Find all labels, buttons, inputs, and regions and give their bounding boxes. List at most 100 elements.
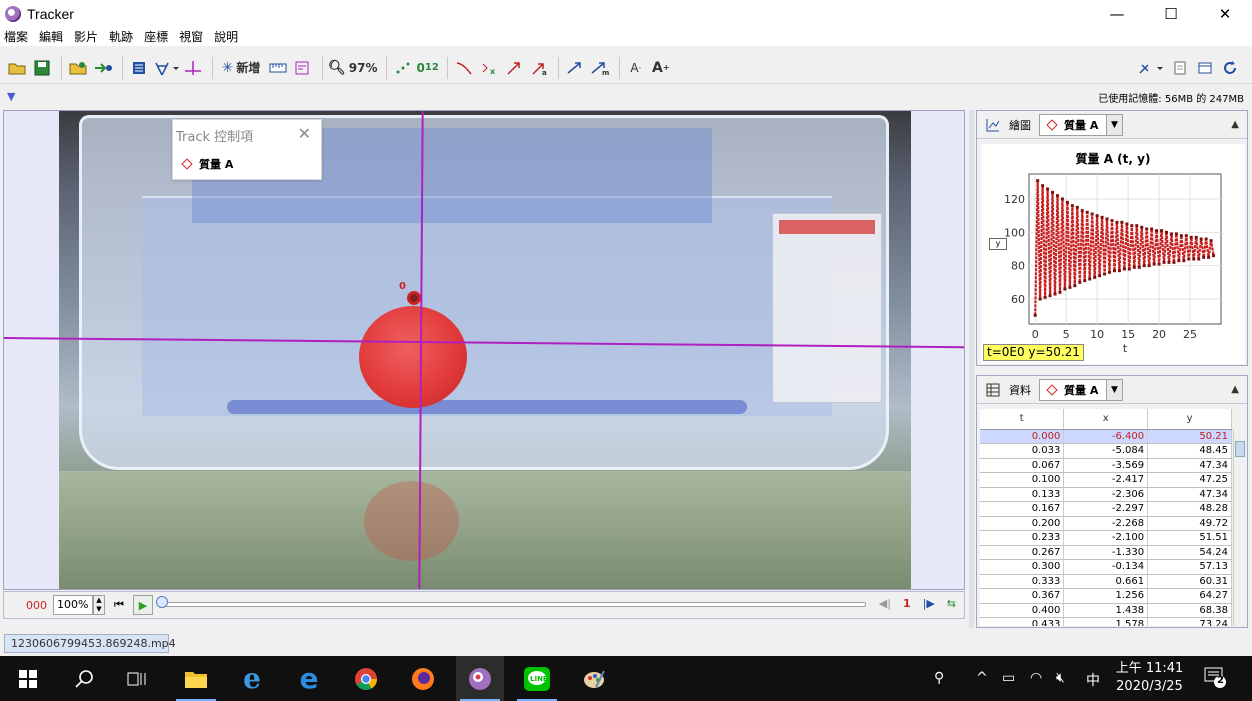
import-icon[interactable] — [92, 56, 114, 80]
menu-help[interactable]: 說明 — [214, 28, 238, 45]
windows-start-icon[interactable] — [4, 656, 52, 701]
close-icon[interactable]: ✕ — [298, 124, 311, 143]
mass-vector-icon[interactable]: m — [589, 56, 611, 80]
table-row[interactable]: 0.300 -0.134 57.13 — [980, 559, 1232, 575]
y-axis-variable-button[interactable]: y — [989, 238, 1007, 250]
video-zoom-field[interactable]: 100% — [53, 595, 93, 615]
menu-video[interactable]: 影片 — [74, 28, 98, 45]
table-row[interactable]: 0.067 -3.569 47.34 — [980, 458, 1232, 473]
maximize-button[interactable]: ☐ — [1144, 0, 1198, 27]
menu-coords[interactable]: 座標 — [144, 28, 168, 45]
firefox-icon[interactable] — [399, 656, 447, 701]
labels-icon[interactable]: 0 12 — [417, 56, 439, 80]
search-icon[interactable] — [60, 656, 108, 701]
paint-icon[interactable] — [570, 656, 618, 701]
autotracker-icon[interactable] — [1136, 56, 1166, 80]
axes-icon[interactable] — [182, 56, 204, 80]
plot-area[interactable]: 質量 A (t, y) 0 5 10 15 20 25 60 80 100 120 t y t=0E… — [981, 144, 1245, 364]
acceleration-icon[interactable]: a — [528, 56, 550, 80]
playback-slider-thumb[interactable] — [156, 596, 168, 608]
step-back-icon[interactable]: ◀| — [879, 597, 891, 610]
playback-slider[interactable] — [160, 602, 866, 607]
track-menu-icon[interactable] — [292, 56, 314, 80]
tray-expand-icon[interactable]: ^ — [976, 670, 988, 686]
path-icon[interactable] — [453, 56, 475, 80]
trails-icon[interactable] — [392, 56, 414, 80]
battery-icon[interactable]: ▭ — [1002, 670, 1015, 686]
font-smaller-icon[interactable]: A- — [625, 56, 647, 80]
file-explorer-icon[interactable] — [172, 656, 220, 701]
system-clock[interactable]: 上午 11:41 2020/3/25 — [1112, 660, 1187, 696]
table-row[interactable]: 0.233 -2.100 51.51 — [980, 530, 1232, 546]
velocity-icon[interactable] — [503, 56, 525, 80]
table-row[interactable]: 0.267 -1.330 54.24 — [980, 545, 1232, 560]
video-frame[interactable]: 0 — [59, 111, 911, 589]
close-button[interactable]: ✕ — [1198, 0, 1252, 27]
play-icon[interactable]: ▶ — [133, 595, 153, 615]
x-vector-icon[interactable] — [564, 56, 586, 80]
table-scrollbar-thumb[interactable] — [1235, 441, 1245, 457]
chrome-icon[interactable] — [342, 656, 390, 701]
refresh-icon[interactable] — [1219, 56, 1241, 80]
chart[interactable]: 0 5 10 15 20 25 60 80 100 120 t — [981, 144, 1245, 364]
menu-edit[interactable]: 編輯 — [39, 28, 63, 45]
open-folder-icon[interactable] — [6, 56, 28, 80]
table-row[interactable]: 0.000 -6.400 50.21 — [980, 429, 1232, 444]
menu-file[interactable]: 檔案 — [4, 28, 28, 45]
column-header-y[interactable]: y — [1147, 409, 1232, 430]
collapse-up-icon[interactable]: ▲ — [1231, 119, 1239, 130]
table-row[interactable]: 0.100 -2.417 47.25 — [980, 472, 1232, 488]
line-app-icon[interactable]: LINE — [513, 656, 561, 701]
volume-muted-icon[interactable]: 🔇︎ — [1056, 670, 1065, 686]
edge-icon[interactable]: e — [285, 656, 333, 701]
collapse-up-icon[interactable]: ▲ — [1231, 384, 1239, 395]
wifi-icon[interactable]: ◠ — [1030, 670, 1042, 686]
minimize-button[interactable]: — — [1090, 0, 1144, 27]
people-icon[interactable]: ⚲ — [934, 670, 944, 686]
tape-measure-icon[interactable] — [267, 56, 289, 80]
data-table[interactable]: t x y 0.000 -6.400 50.21 0.033 -5.084 48.45 0.… — [980, 409, 1232, 626]
zoom-spinner[interactable]: ▲ ▼ — [93, 595, 105, 615]
zoom-button[interactable]: 🔍︎ 97% — [328, 56, 378, 80]
table-row[interactable]: 0.167 -2.297 48.28 — [980, 501, 1232, 517]
ime-indicator[interactable]: 中 — [1086, 670, 1100, 690]
notification-center-icon[interactable]: 2 — [1204, 666, 1226, 692]
font-larger-icon[interactable]: A + — [650, 56, 672, 80]
step-size[interactable]: 1 — [903, 597, 911, 610]
point-mass-marker[interactable] — [407, 291, 421, 305]
table-scrollbar[interactable] — [1233, 429, 1245, 626]
rewind-icon[interactable]: ⏮︎ — [109, 595, 129, 615]
new-track-button[interactable]: ✳ 新增 — [218, 56, 264, 80]
column-header-x[interactable]: x — [1063, 409, 1149, 430]
plot-track-select[interactable]: 質量 A ▼ — [1039, 113, 1123, 136]
task-view-icon[interactable] — [113, 656, 161, 701]
position-icon[interactable]: x — [478, 56, 500, 80]
table-row[interactable]: 0.133 -2.306 47.34 — [980, 487, 1232, 502]
expand-triangle-icon[interactable]: ▼ — [7, 90, 15, 103]
chevron-down-icon[interactable]: ▼ — [1106, 114, 1122, 135]
track-control-item[interactable]: 質量 A — [181, 156, 233, 172]
table-row[interactable]: 0.400 1.438 68.38 — [980, 603, 1232, 618]
file-tab[interactable]: 1230606799453.869248.mp4 — [4, 634, 176, 653]
data-track-select[interactable]: 質量 A ▼ — [1039, 378, 1123, 401]
internet-explorer-icon[interactable]: e — [228, 656, 276, 701]
video-pane[interactable]: 0 Track 控制項 ✕ 質量 A — [3, 110, 965, 590]
table-row[interactable]: 0.433 1.578 73.24 — [980, 617, 1232, 626]
menu-tracks[interactable]: 軌跡 — [109, 28, 133, 45]
split-divider[interactable] — [969, 110, 974, 628]
chevron-down-icon[interactable]: ▼ — [1106, 379, 1122, 400]
step-forward-icon[interactable]: |▶ — [923, 597, 935, 610]
loop-icon[interactable]: ⇆ — [947, 597, 956, 610]
clip-settings-icon[interactable] — [128, 56, 150, 80]
save-icon[interactable] — [31, 56, 53, 80]
table-row[interactable]: 0.200 -2.268 49.72 — [980, 516, 1232, 531]
notes-icon[interactable] — [1169, 56, 1191, 80]
properties-icon[interactable] — [1194, 56, 1216, 80]
menu-window[interactable]: 視窗 — [179, 28, 203, 45]
table-row[interactable]: 0.033 -5.084 48.45 — [980, 443, 1232, 459]
calibration-icon[interactable] — [153, 56, 179, 80]
table-row[interactable]: 0.333 0.661 60.31 — [980, 574, 1232, 589]
tracker-taskbar-icon[interactable] — [456, 656, 504, 701]
column-header-t[interactable]: t — [980, 409, 1065, 430]
open-video-icon[interactable] — [67, 56, 89, 80]
